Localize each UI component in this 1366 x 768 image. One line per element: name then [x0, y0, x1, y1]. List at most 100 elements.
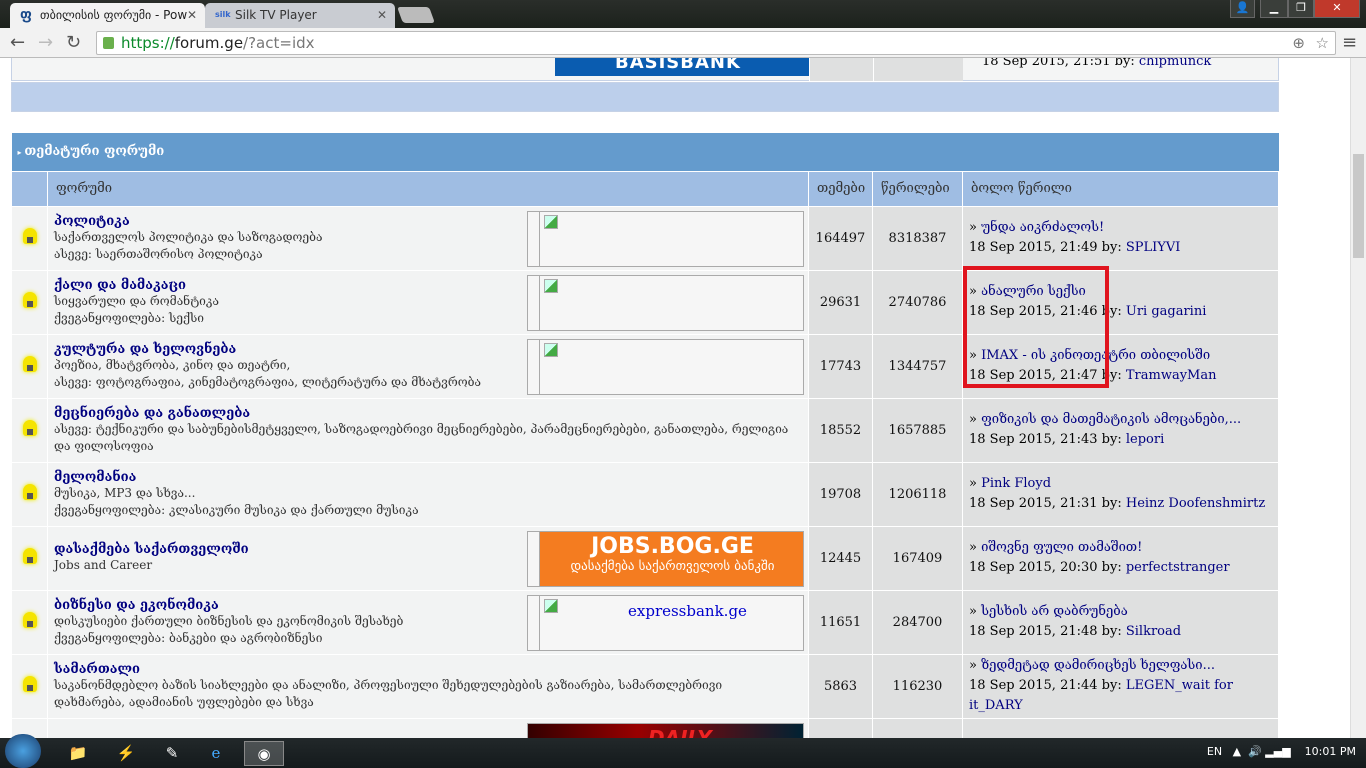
ad-banner[interactable] — [527, 338, 804, 395]
posts-count: 167409 — [872, 525, 963, 591]
col-posts: წერილები — [872, 170, 963, 207]
ie-icon[interactable]: e — [196, 741, 236, 766]
clock[interactable]: 10:01 PM — [1305, 745, 1356, 758]
ad-banner[interactable] — [527, 274, 804, 331]
last-post-cell: » ფიზიკის და მათემატიკის ამოცანები,... 18… — [962, 397, 1279, 463]
forum-status-cell — [11, 461, 48, 527]
close-window-button[interactable]: ✕ — [1314, 0, 1360, 18]
maximize-button[interactable]: ❐ — [1288, 0, 1314, 18]
app2-icon[interactable]: ✎ — [152, 741, 192, 766]
network-icon[interactable]: ▂▄▆ — [1265, 745, 1290, 758]
last-post-user[interactable]: TramwayMan — [1126, 368, 1217, 383]
last-post-cell: » Pink Floyd 18 Sep 2015, 21:31 by: Heinz… — [962, 461, 1279, 527]
forum-link[interactable]: პოლიტიკა — [54, 214, 518, 229]
menu-icon[interactable]: ≡ — [1342, 32, 1357, 53]
topics-count: 5863 — [808, 653, 873, 719]
broken-image-icon — [544, 598, 558, 613]
close-tab-icon[interactable]: ✕ — [377, 8, 387, 22]
address-bar[interactable]: https://forum.ge/?act=idx ⊕ ☆ — [96, 31, 1336, 55]
forum-link[interactable]: ქალი და მამაკაცი — [54, 278, 518, 293]
forum-description: ქვეგანყოფილება: სექსი — [54, 310, 204, 325]
ad-link[interactable]: expressbank.ge — [628, 602, 747, 620]
last-post-title[interactable]: იშოვნე ფული თამაშით! — [981, 540, 1142, 555]
last-post-title[interactable]: ზედმეტად დამირიცხეს ხელფასი... — [981, 658, 1215, 673]
forum-info: ქალი და მამაკაცი სიყვარული და რომანტიკა ქვ… — [47, 269, 809, 335]
last-post-cell — [962, 717, 1279, 738]
back-icon[interactable]: ← — [10, 32, 25, 53]
forum-link[interactable]: კულტურა და ხელოვნება — [54, 342, 518, 357]
posts-count: 116230 — [872, 653, 963, 719]
forward-icon[interactable]: → — [38, 32, 53, 53]
last-post-cell: » სესხის არ დაბრუნება 18 Sep 2015, 21:48 … — [962, 589, 1279, 655]
new-tab-button[interactable] — [397, 7, 435, 23]
bookmark-star-icon[interactable]: ☆ — [1316, 32, 1329, 54]
forum-link[interactable]: ბიზნესი და ეკონომიკა — [54, 598, 518, 613]
posts-count: 1657885 — [872, 397, 963, 463]
forum-status-cell — [11, 269, 48, 335]
last-post-arrow: » — [969, 220, 982, 235]
last-post-title[interactable]: სესხის არ დაბრუნება — [981, 604, 1128, 619]
tab-forum[interactable]: ფ თბილისის ფორუმი - Pow ✕ — [10, 3, 205, 28]
forum-link[interactable]: სამართალი — [54, 662, 802, 677]
scrollbar-thumb[interactable] — [1353, 154, 1364, 258]
language-indicator[interactable]: EN — [1207, 745, 1222, 758]
forum-link[interactable]: დასაქმება საქართველოში — [54, 542, 518, 557]
forum-status-cell — [11, 525, 48, 591]
tab-silk-tv[interactable]: silk Silk TV Player ✕ — [205, 3, 395, 28]
vertical-scrollbar[interactable] — [1350, 58, 1366, 738]
basisbank-ad[interactable]: BASISBANK — [555, 58, 819, 76]
posts-count: 8318387 — [872, 205, 963, 271]
posts-count — [872, 717, 963, 738]
last-post-user[interactable]: Silkroad — [1126, 624, 1181, 639]
last-post-cell: » ზედმეტად დამირიცხეს ხელფასი... 18 Sep 2… — [962, 653, 1279, 719]
chrome-icon[interactable]: ◉ — [244, 741, 284, 766]
last-post-date: 18 Sep 2015, 21:48 by: — [969, 624, 1122, 639]
volume-icon[interactable]: 🔊 — [1248, 745, 1262, 758]
topics-count: 29631 — [808, 269, 873, 335]
last-post-user[interactable]: Heinz Doofenshmirtz — [1126, 496, 1265, 511]
tray-arrow-icon[interactable]: ▲ — [1233, 745, 1241, 758]
last-post-title[interactable]: უნდა აიკრძალოს! — [981, 220, 1104, 235]
ad-banner[interactable] — [527, 210, 804, 267]
forum-info: სპორტიDAILY — [47, 717, 809, 738]
forum-description: ასევე: საერთაშორისო პოლიტიკა — [54, 246, 263, 261]
forum-status-cell — [11, 205, 48, 271]
start-button[interactable] — [5, 734, 41, 768]
last-post-user[interactable]: Uri gagarini — [1126, 304, 1207, 319]
zoom-icon[interactable]: ⊕ — [1292, 32, 1305, 54]
last-post-user[interactable]: SPLIYVI — [1126, 240, 1181, 255]
user-icon[interactable]: 👤 — [1230, 0, 1255, 18]
close-tab-icon[interactable]: ✕ — [187, 8, 197, 22]
col-last-post: ბოლო წერილი — [962, 170, 1279, 207]
explorer-icon[interactable]: 📁 — [58, 741, 98, 766]
ad-banner[interactable]: expressbank.ge — [527, 594, 804, 651]
tab-title: Silk TV Player — [235, 8, 317, 22]
forum-status-cell — [11, 397, 48, 463]
lightbulb-icon — [22, 420, 37, 436]
last-post-cell: » უნდა აიკრძალოს! 18 Sep 2015, 21:49 by: … — [962, 205, 1279, 271]
topics-count: 18552 — [808, 397, 873, 463]
last-post-date: 18 Sep 2015, 21:43 by: — [969, 432, 1122, 447]
lightbulb-icon — [22, 612, 37, 628]
column-headers: ფორუმი თემები წერილები ბოლო წერილი — [11, 170, 1279, 207]
last-post-title[interactable]: Pink Floyd — [981, 476, 1051, 491]
last-post-user[interactable]: chipmunck — [1139, 58, 1211, 69]
app-icon[interactable]: ⚡ — [106, 741, 146, 766]
forum-link[interactable]: მეცნიერება და განათლება — [54, 406, 802, 421]
reload-icon[interactable]: ↻ — [66, 32, 81, 53]
daily-ad-banner[interactable]: DAILY — [527, 722, 804, 738]
col-topics: თემები — [808, 170, 873, 207]
forum-link[interactable]: მელომანია — [54, 470, 802, 485]
forum-row: მელომანია მუსიკა, MP3 და სხვა... ქვეგანყოფ… — [11, 461, 1279, 527]
jobs-ad-banner[interactable]: JOBS.BOG.GE დასაქმება საქართველოს ბანკში — [527, 530, 804, 587]
topics-count: 12445 — [808, 525, 873, 591]
lightbulb-icon — [22, 548, 37, 564]
last-post-arrow: » — [969, 540, 982, 555]
category-header[interactable]: ▸ თემატური ფორუმი — [11, 133, 1279, 171]
last-post-user[interactable]: perfectstranger — [1126, 560, 1230, 575]
forum-info: მეცნიერება და განათლება ასევე: ტექნიკური … — [47, 397, 809, 463]
last-post-title[interactable]: ფიზიკის და მათემატიკის ამოცანები,... — [981, 412, 1241, 427]
last-post-user[interactable]: lepori — [1126, 432, 1164, 447]
forum-status-cell — [11, 653, 48, 719]
minimize-button[interactable]: ▁ — [1260, 0, 1288, 18]
